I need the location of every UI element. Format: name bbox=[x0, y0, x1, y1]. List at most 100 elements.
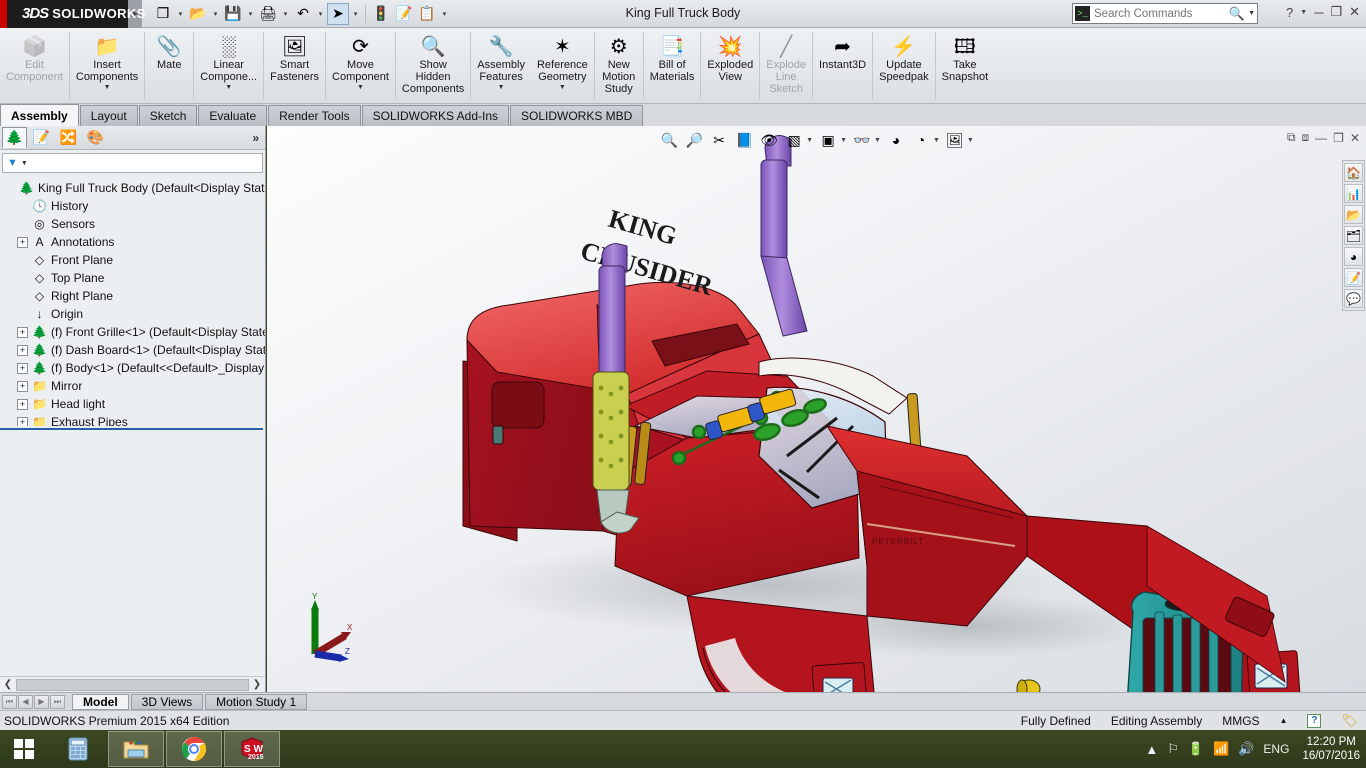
open-document-icon[interactable]: 📂 bbox=[187, 3, 209, 25]
tab-render-tools[interactable]: Render Tools bbox=[268, 105, 361, 126]
search-dropdown-icon[interactable]: ▼ bbox=[1248, 10, 1255, 17]
print-document-dropdown-icon[interactable]: ▾ bbox=[280, 3, 291, 25]
section-view-icon[interactable]: ✂ bbox=[709, 130, 729, 150]
tree-item[interactable]: + 📁 Head light bbox=[4, 395, 265, 413]
zoom-to-fit-icon[interactable]: 🔍 bbox=[659, 130, 679, 150]
battery-icon[interactable]: 🔋 bbox=[1188, 741, 1204, 757]
display-manager-icon[interactable]: 🖼 bbox=[945, 130, 965, 150]
file-explorer-icon[interactable]: 🗂 bbox=[1344, 226, 1363, 245]
feature-manager-tab[interactable]: 🌲 bbox=[2, 127, 27, 148]
custom-properties-icon[interactable]: 📝 bbox=[1344, 268, 1363, 287]
language-indicator[interactable]: ENG bbox=[1263, 742, 1289, 756]
ribbon-button-bill-of-materials[interactable]: 📑 Bill of Materials bbox=[644, 28, 701, 103]
ribbon-button-move-component[interactable]: ⟳ Move Component ▼ bbox=[326, 28, 395, 103]
select-icon[interactable]: ➤ bbox=[327, 2, 349, 25]
display-manager-dropdown-icon[interactable]: ▼ bbox=[967, 137, 974, 144]
panel-overflow-icon[interactable]: » bbox=[252, 131, 259, 145]
tab-solidworks-add-ins[interactable]: SOLIDWORKS Add-Ins bbox=[361, 105, 509, 126]
solidworks-logo[interactable]: 3DS SOLIDWORKS bbox=[0, 0, 145, 28]
tree-expander-icon[interactable]: + bbox=[17, 416, 28, 426]
save-document-icon[interactable]: 💾 bbox=[222, 3, 244, 25]
tree-item[interactable]: + 📁 Mirror bbox=[4, 377, 265, 395]
print-document-icon[interactable]: 🖨 bbox=[257, 3, 279, 25]
volume-icon[interactable]: 🔊 bbox=[1238, 741, 1254, 757]
hide-show-items-icon[interactable]: 👁 bbox=[759, 130, 779, 150]
ribbon-button-assembly-features[interactable]: 🔧 Assembly Features ▼ bbox=[471, 28, 531, 103]
scroll-right-icon[interactable]: ❯ bbox=[250, 679, 264, 690]
open-document-dropdown-icon[interactable]: ▾ bbox=[210, 3, 221, 25]
edit-appearance-dropdown-icon[interactable]: ▼ bbox=[933, 137, 940, 144]
start-button[interactable] bbox=[0, 730, 48, 768]
status-units-caret-icon[interactable]: ▲ bbox=[1280, 716, 1288, 725]
tree-expander-icon[interactable]: + bbox=[17, 344, 28, 356]
ribbon-dropdown-icon-insert-components[interactable]: ▼ bbox=[104, 84, 111, 91]
new-document-icon[interactable]: ❐ bbox=[152, 3, 174, 25]
property-manager-tab[interactable]: 📝 bbox=[29, 127, 54, 148]
rebuild-status-icon[interactable]: 🚦 bbox=[370, 3, 392, 25]
appearances-scenes-icon[interactable]: ◕ bbox=[1344, 247, 1363, 266]
resources-icon[interactable]: 📊 bbox=[1344, 184, 1363, 203]
ribbon-button-instant3d[interactable]: ➦ Instant3D bbox=[813, 28, 872, 103]
next-page-button[interactable]: ▶ bbox=[34, 694, 49, 709]
taskbar-clock[interactable]: 12:20 PM 16/07/2016 bbox=[1298, 735, 1360, 763]
bottom-tab-3d-views[interactable]: 3D Views bbox=[130, 693, 204, 710]
tree-item[interactable]: + 🌲 (f) Front Grille<1> (Default<Display S… bbox=[4, 323, 265, 341]
bottom-tab-motion-study-1[interactable]: Motion Study 1 bbox=[205, 693, 308, 710]
help-dropdown-icon[interactable]: ▼ bbox=[1300, 9, 1307, 16]
last-page-button[interactable]: ⏭ bbox=[50, 694, 65, 709]
view-orientation-icon[interactable]: 📘 bbox=[734, 130, 754, 150]
truck-model-3d[interactable]: KING CRUSIDER PETERBILT bbox=[267, 126, 1366, 692]
tree-expander-icon[interactable]: + bbox=[17, 236, 28, 248]
action-center-icon[interactable]: ⚐ bbox=[1167, 741, 1179, 757]
help-icon[interactable]: ? bbox=[1286, 5, 1293, 20]
ribbon-button-smart-fasteners[interactable]: 🖼 Smart Fasteners bbox=[264, 28, 325, 103]
close-view-icon[interactable]: ✕ bbox=[1350, 131, 1360, 145]
restore-icon[interactable]: ❐ bbox=[1330, 4, 1342, 20]
minimize-view-icon[interactable]: — bbox=[1315, 131, 1327, 145]
filter-icon[interactable]: ▼ bbox=[7, 157, 18, 169]
scroll-left-icon[interactable]: ❮ bbox=[1, 679, 15, 690]
tree-item[interactable]: ◎ Sensors bbox=[4, 215, 265, 233]
tree-item[interactable]: + 📁 Exhaust Pipes bbox=[4, 413, 265, 426]
search-input[interactable] bbox=[1094, 7, 1214, 20]
select-dropdown-icon[interactable]: ▾ bbox=[350, 3, 361, 25]
ribbon-button-insert-components[interactable]: 📁 Insert Components ▼ bbox=[70, 28, 144, 103]
tree-expander-icon[interactable]: + bbox=[17, 362, 28, 374]
tile-vertically-icon[interactable]: ⧈ bbox=[1302, 130, 1310, 145]
scroll-thumb[interactable] bbox=[16, 678, 249, 691]
tree-item[interactable]: ◇ Front Plane bbox=[4, 251, 265, 269]
solidworks-taskbar-item[interactable]: S W 2015 bbox=[224, 731, 280, 767]
tab-layout[interactable]: Layout bbox=[79, 105, 138, 126]
new-document-dropdown-icon[interactable]: ▾ bbox=[175, 3, 186, 25]
display-manager-tab[interactable]: 🎨 bbox=[83, 127, 108, 148]
solidworks-forum-icon[interactable]: 💬 bbox=[1344, 289, 1363, 308]
apply-scene-dropdown-icon[interactable]: ▼ bbox=[840, 137, 847, 144]
design-library-icon[interactable]: 📂 bbox=[1344, 205, 1363, 224]
edit-appearance-icon[interactable]: ◔ bbox=[911, 130, 931, 150]
calculator-taskbar-item[interactable] bbox=[50, 731, 106, 767]
home-icon[interactable]: 🏠 bbox=[1344, 163, 1363, 182]
minimize-icon[interactable]: ─ bbox=[1314, 5, 1323, 20]
search-commands-box[interactable]: >_ 🔍 ▼ bbox=[1072, 3, 1258, 24]
tree-horizontal-scrollbar[interactable]: ❮ ❯ bbox=[0, 676, 265, 692]
tree-item[interactable]: 🌲 King Full Truck Body (Default<Display S… bbox=[4, 179, 265, 197]
tree-item[interactable]: + A Annotations bbox=[4, 233, 265, 251]
close-icon[interactable]: ✕ bbox=[1349, 4, 1360, 20]
tree-filter-bar[interactable]: ▼ ▼ bbox=[2, 153, 263, 173]
tree-item[interactable]: + 🌲 (f) Body<1> (Default<<Default>_Display… bbox=[4, 359, 265, 377]
display-style-icon[interactable]: ▧ bbox=[784, 130, 804, 150]
ribbon-button-new-motion-study[interactable]: ⚙ New Motion Study bbox=[595, 28, 643, 103]
filter-dropdown-icon[interactable]: ▼ bbox=[21, 160, 28, 167]
restore-view-icon[interactable]: ❐ bbox=[1333, 131, 1344, 145]
undo-icon[interactable]: ↶ bbox=[292, 3, 314, 25]
ribbon-button-update-speedpak[interactable]: ⚡ Update Speedpak bbox=[873, 28, 935, 103]
apply-scene-icon[interactable]: ▣ bbox=[818, 130, 838, 150]
ribbon-button-take-snapshot[interactable]: 🖽 Take Snapshot bbox=[936, 28, 994, 103]
tree-item[interactable]: + 🌲 (f) Dash Board<1> (Default<Display Sta… bbox=[4, 341, 265, 359]
ribbon-button-linear-compone[interactable]: ░ Linear Compone... ▼ bbox=[194, 28, 263, 103]
tray-expand-icon[interactable]: ▲ bbox=[1145, 742, 1158, 757]
feature-tree[interactable]: 🌲 King Full Truck Body (Default<Display S… bbox=[0, 175, 265, 426]
tab-assembly[interactable]: Assembly bbox=[0, 104, 79, 126]
view-settings-icon[interactable]: 👓 bbox=[852, 130, 872, 150]
ribbon-dropdown-icon-linear-compone[interactable]: ▼ bbox=[225, 84, 232, 91]
